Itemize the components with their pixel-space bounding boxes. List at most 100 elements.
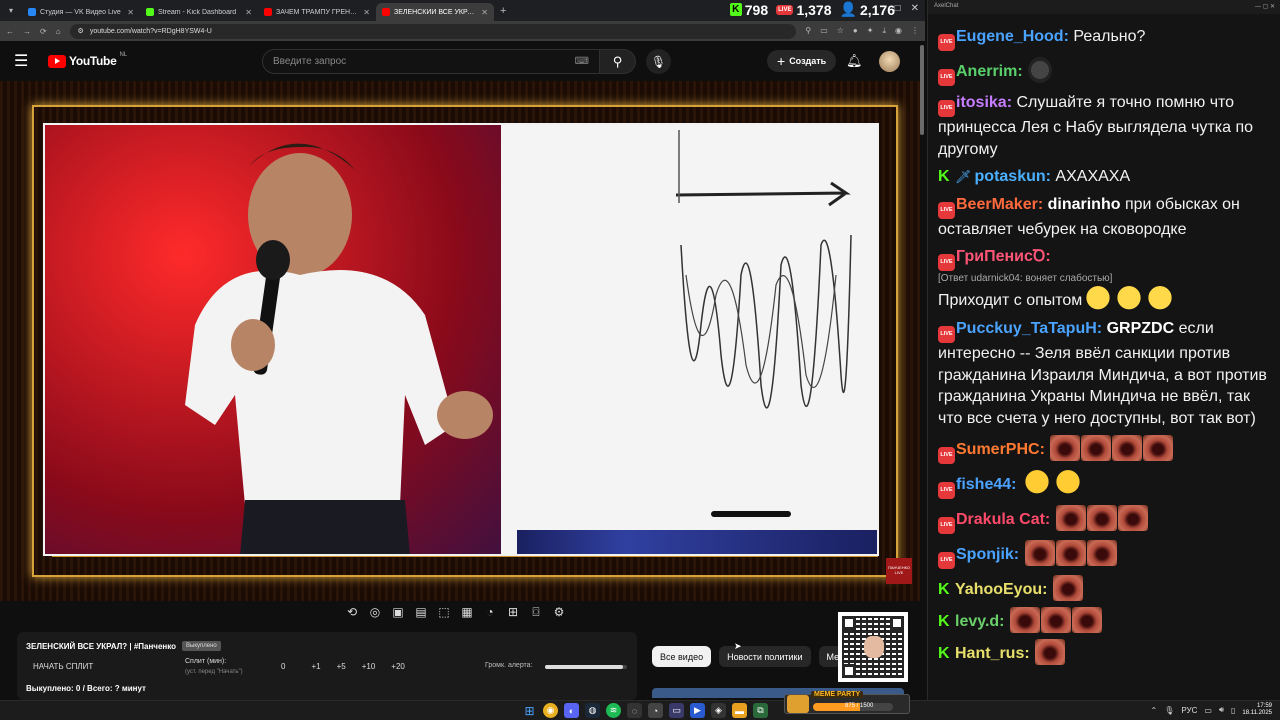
chat-mention[interactable]: GRPZDC (1107, 320, 1175, 337)
start-split-button[interactable]: НАЧАТЬ СПЛИТ (33, 662, 93, 671)
tab-list-menu-icon[interactable]: ▾ (0, 0, 22, 21)
network-icon[interactable]: ▭ (1204, 706, 1212, 715)
steam-icon[interactable]: ◍ (585, 703, 600, 718)
chat-mention[interactable]: dinarinho (1048, 196, 1121, 213)
chat-username[interactable]: Sponjik (956, 546, 1014, 563)
split-value[interactable]: 0 (281, 662, 285, 671)
tab-close-icon[interactable]: ✕ (363, 8, 370, 17)
search-button[interactable]: ⚲ (600, 49, 636, 74)
chevron-up-icon[interactable]: ⌃ (1151, 706, 1158, 715)
clock[interactable]: 17:59 18.11.2025 (1242, 703, 1272, 717)
folder-icon[interactable]: ▬ (732, 703, 747, 718)
increment-20-button[interactable]: +20 (391, 662, 405, 671)
screenshot-icon[interactable]: ⌼ (529, 605, 543, 620)
app-icon[interactable]: ▭ (669, 703, 684, 718)
increment-1-button[interactable]: +1 (311, 662, 320, 671)
download-icon[interactable]: ⤓ (882, 26, 886, 36)
reload-icon[interactable]: ⟳ (40, 27, 47, 36)
app-icon[interactable]: ◔ (648, 703, 663, 718)
discord-icon[interactable]: ◐ (564, 703, 579, 718)
chat-username[interactable]: Pucckuy_TaTapuH (956, 320, 1097, 337)
clapper-icon[interactable]: ▤ (414, 605, 428, 620)
profile-icon[interactable]: ◉ (895, 26, 902, 36)
chat-separator: : (999, 613, 1009, 630)
search-bar: Введите запрос ⌨ ⚲ 🎙 (262, 49, 671, 74)
chat-username[interactable]: Drakula Cat (956, 511, 1045, 528)
notifications-bell-icon[interactable]: 🔔︎ (846, 53, 863, 69)
gear-icon[interactable]: ⚙ (552, 605, 566, 620)
volume-icon[interactable]: 🔊︎ (1219, 705, 1224, 715)
tab-close-icon[interactable]: ✕ (245, 8, 252, 17)
filmstrip-icon[interactable]: ▦ (460, 605, 474, 620)
site-info-icon[interactable]: ⚙ (78, 27, 84, 35)
spotify-icon[interactable]: ≋ (606, 703, 621, 718)
puzzle-icon[interactable]: ✦ (867, 26, 874, 36)
chip-all-videos[interactable]: Все видео (652, 646, 712, 667)
browser-tab[interactable]: ЗЕЛЕНСКИЙ ВСЕ УКРАЛ? | ... ✕ (376, 3, 494, 21)
new-tab-button[interactable]: + (500, 5, 506, 17)
broadcast-icon[interactable]: ◎ (368, 605, 382, 620)
search-input[interactable]: Введите запрос ⌨ (262, 49, 600, 74)
app-icon[interactable]: ▶ (690, 703, 705, 718)
chat-username[interactable]: itosika (956, 94, 1007, 111)
chat-window-controls[interactable]: — ▢ ✕ (1255, 3, 1275, 11)
chat-message-list[interactable]: LIVE Eugene_Hood: Реально? LIVE Anerrim: LI… (938, 26, 1278, 671)
chat-username[interactable]: Anerrim (956, 63, 1017, 80)
browser-tab[interactable]: Студия — VK Видео Live ✕ (22, 3, 140, 21)
app-icon[interactable]: ◈ (711, 703, 726, 718)
bought-badge[interactable]: Выкуплено (182, 641, 221, 651)
chat-username[interactable]: potaskun (975, 168, 1046, 185)
alert-volume-slider[interactable] (545, 665, 627, 669)
create-button[interactable]: + Создать (767, 50, 837, 72)
browser-tab[interactable]: ЗАЧЕМ ТРАМПУ ГРЕНЛАНДИ...✕ (258, 3, 376, 21)
avatar[interactable] (879, 51, 900, 72)
increment-10-button[interactable]: +10 (362, 662, 376, 671)
hamburger-menu-icon[interactable]: ☰ (14, 51, 34, 71)
page-scrollbar[interactable] (920, 45, 924, 135)
cast-icon[interactable]: ▭ (820, 26, 828, 36)
battery-icon[interactable]: ▯ (1231, 706, 1235, 715)
voice-search-button[interactable]: 🎙 (646, 49, 671, 74)
chat-username[interactable]: ГриПенисꝹ (956, 248, 1045, 265)
bookmark-star-icon[interactable]: ☆ (837, 26, 844, 36)
close-icon[interactable]: ✕ (911, 3, 919, 14)
video-player[interactable]: ПАНЧЕНКО LIVE (0, 81, 920, 601)
app-icon[interactable]: ⧉ (753, 703, 768, 718)
youtube-logo[interactable]: YouTube NL (48, 52, 127, 68)
loop-icon[interactable]: ⟲ (345, 605, 359, 620)
speedometer-icon[interactable]: ◔ (483, 605, 497, 620)
microphone-icon[interactable]: 🎙︎ (1164, 706, 1174, 715)
emote-frog-icon (1028, 57, 1053, 83)
alert-control-panel: ЗЕЛЕНСКИЙ ВСЕ УКРАЛ? | #Панченко Выкупле… (17, 632, 637, 700)
zoom-icon[interactable]: ⚲ (805, 26, 811, 36)
home-icon[interactable]: ⌂ (56, 27, 61, 36)
keyboard-icon[interactable]: ⌨ (575, 56, 589, 67)
url-field[interactable]: ⚙ youtube.com/watch?v=RDgH8YSW4-U (69, 23, 797, 39)
chat-username[interactable]: SumerPHC (956, 441, 1040, 458)
maximize-icon[interactable]: □ (895, 3, 901, 14)
language-indicator[interactable]: РУС (1181, 706, 1197, 715)
emote-lips-icon (1117, 505, 1148, 531)
chat-username[interactable]: levy.d (955, 613, 999, 630)
chat-username[interactable]: Hant_rus (955, 645, 1024, 662)
chrome-icon[interactable]: ◉ (543, 703, 558, 718)
add-screen-icon[interactable]: ⊞ (506, 605, 520, 620)
windows-start-icon[interactable]: ⊞ (522, 703, 537, 718)
tab-close-icon[interactable]: ✕ (481, 8, 488, 17)
obs-icon[interactable]: ◌ (627, 703, 642, 718)
clock-time: 17:59 (1256, 703, 1272, 709)
video-settings-icon[interactable]: ▣ (391, 605, 405, 620)
chat-username[interactable]: fishe44 (956, 476, 1011, 493)
back-icon[interactable]: ← (6, 27, 14, 36)
chip-politics-news[interactable]: Новости политики (719, 646, 811, 667)
tab-close-icon[interactable]: ✕ (127, 8, 134, 17)
menu-dots-icon[interactable]: ⋮ (911, 26, 919, 36)
chat-username[interactable]: YahooEyou (955, 581, 1042, 598)
chat-username[interactable]: Eugene_Hood (956, 28, 1064, 45)
forward-icon[interactable]: → (23, 27, 31, 36)
extension-icon[interactable]: ● (853, 26, 858, 36)
increment-5-button[interactable]: +5 (337, 662, 346, 671)
chat-username[interactable]: BeerMaker (956, 196, 1038, 213)
browser-tab[interactable]: Stream - Kick Dashboard ✕ (140, 3, 258, 21)
crop-icon[interactable]: ⬚ (437, 605, 451, 620)
